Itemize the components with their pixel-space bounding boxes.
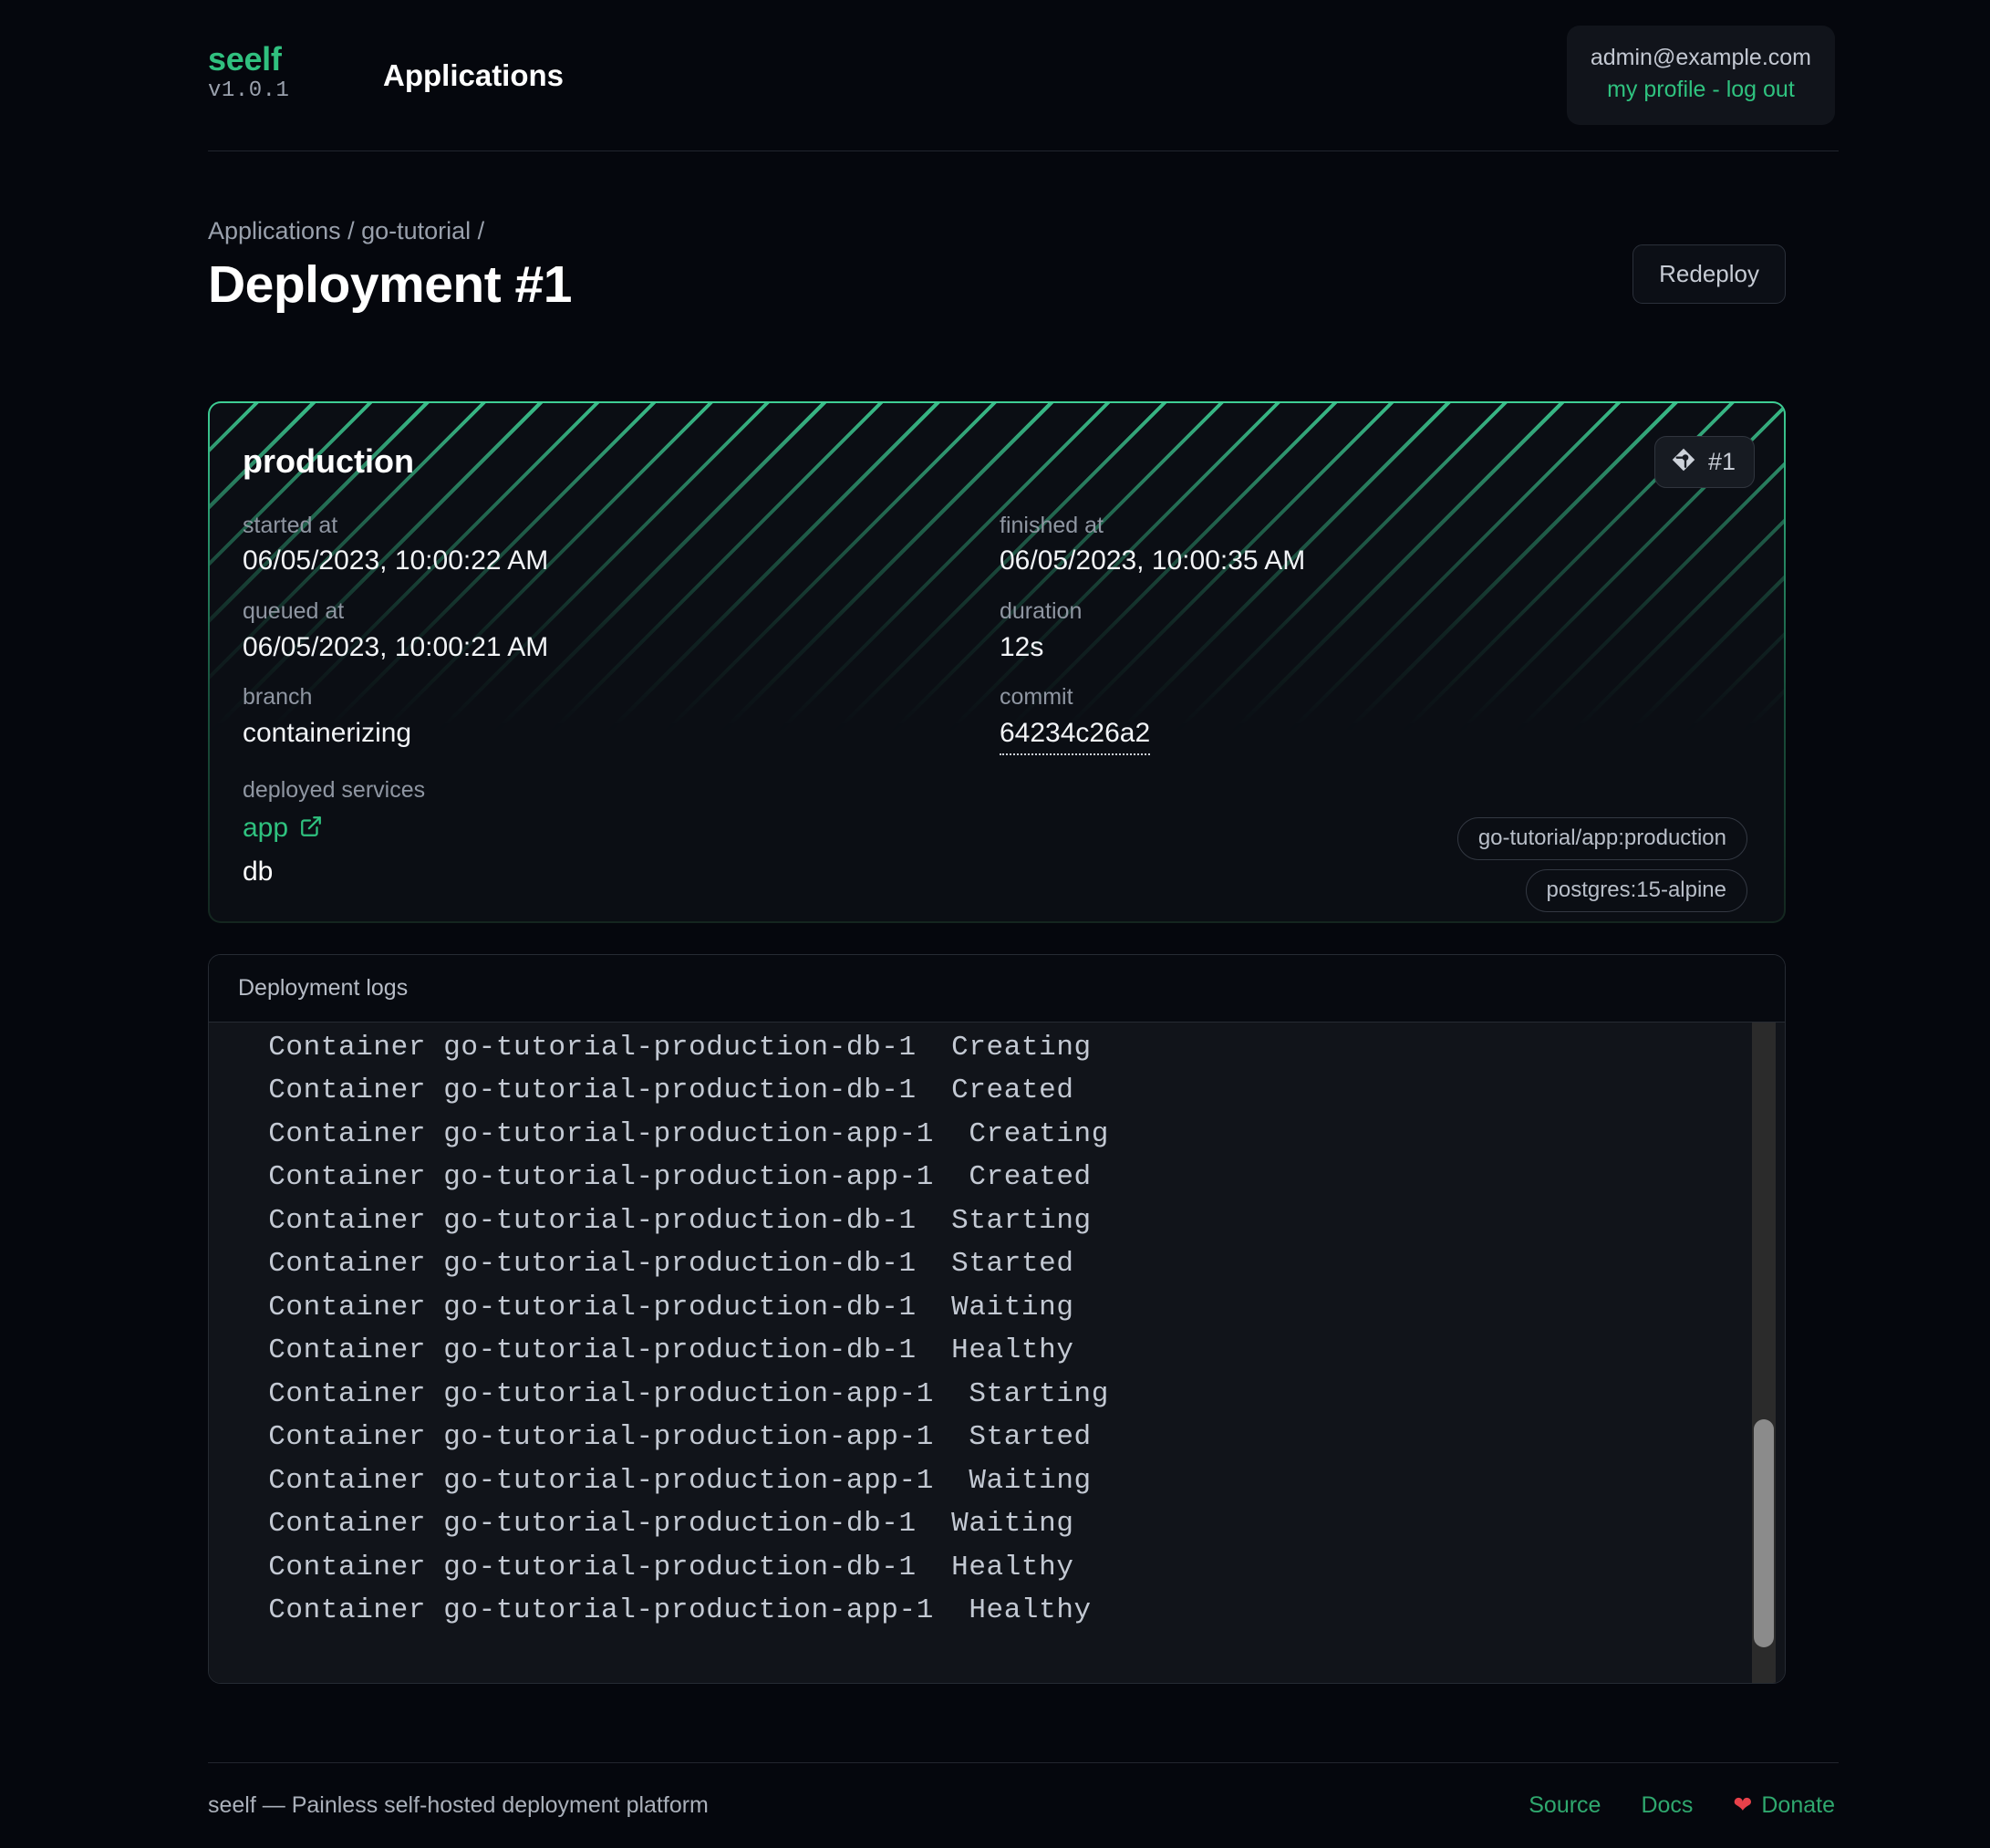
- deployment-card-body: production #1 started at 06/05/2023, 10:…: [210, 403, 1784, 921]
- log-line: Container go-tutorial-production-app-1 C…: [251, 1156, 1785, 1199]
- page-head: Applications / go-tutorial / Deployment …: [208, 215, 1786, 313]
- service-image-db: postgres:15-alpine: [1526, 869, 1747, 912]
- deployment-logs-content: Volume go-tutorial-production_dbdata Cre…: [209, 1023, 1785, 1633]
- brand-logo[interactable]: seelf v1.0.1: [208, 43, 363, 108]
- external-link-icon[interactable]: [299, 815, 323, 843]
- page-head-left: Applications / go-tutorial / Deployment …: [208, 215, 1632, 313]
- user-menu: admin@example.com my profile - log out: [1567, 26, 1835, 125]
- site-footer: seelf — Painless self-hosted deployment …: [208, 1762, 1839, 1848]
- brand-version: v1.0.1: [208, 76, 363, 108]
- log-line: Container go-tutorial-production-app-1 S…: [251, 1416, 1785, 1459]
- logs-scrollbar-track[interactable]: [1752, 1023, 1776, 1684]
- started-at-value: 06/05/2023, 10:00:22 AM: [243, 543, 1000, 580]
- deployed-services-label: deployed services: [243, 775, 425, 806]
- log-line: Container go-tutorial-production-db-1 He…: [251, 1546, 1785, 1590]
- meta-finished-at: finished at 06/05/2023, 10:00:35 AM: [1000, 511, 1747, 580]
- app-page: seelf v1.0.1 Applications admin@example.…: [0, 0, 1990, 1848]
- log-line: Container go-tutorial-production-db-1 Wa…: [251, 1502, 1785, 1546]
- service-item-app: app: [243, 806, 425, 850]
- commit-value[interactable]: 64234c26a2: [1000, 715, 1150, 756]
- deployment-metadata-grid: started at 06/05/2023, 10:00:22 AM finis…: [243, 511, 1747, 756]
- finished-at-label: finished at: [1000, 511, 1747, 542]
- duration-label: duration: [1000, 597, 1747, 628]
- user-links: my profile - log out: [1591, 75, 1811, 105]
- deployment-number-badge: #1: [1654, 436, 1755, 488]
- footer-donate-link[interactable]: ❤ Donate: [1733, 1792, 1835, 1819]
- log-line: Container go-tutorial-production-app-1 C…: [251, 1113, 1785, 1157]
- queued-at-value: 06/05/2023, 10:00:21 AM: [243, 629, 1000, 667]
- log-line: Container go-tutorial-production-app-1 W…: [251, 1459, 1785, 1503]
- duration-value: 12s: [1000, 629, 1747, 667]
- deployment-number: #1: [1708, 450, 1736, 474]
- user-email: admin@example.com: [1591, 44, 1811, 72]
- service-name-db: db: [243, 856, 273, 888]
- meta-branch: branch containerizing: [243, 682, 1000, 755]
- queued-at-label: queued at: [243, 597, 1000, 628]
- page-title: Deployment #1: [208, 258, 1632, 313]
- meta-commit: commit 64234c26a2: [1000, 682, 1747, 755]
- brand-name: seelf: [208, 43, 363, 76]
- footer-links: Source Docs ❤ Donate: [1529, 1792, 1839, 1819]
- environment-name: production: [243, 443, 1747, 480]
- log-line: Container go-tutorial-production-db-1 Wa…: [251, 1286, 1785, 1330]
- deployed-services-list: deployed services app db: [243, 775, 425, 894]
- nav-applications-link[interactable]: Applications: [383, 58, 564, 93]
- deployment-logs-panel: Deployment logs Volume go-tutorial-produ…: [208, 954, 1786, 1684]
- commit-label: commit: [1000, 682, 1747, 713]
- heart-icon: ❤: [1733, 1794, 1752, 1817]
- footer-source-link[interactable]: Source: [1529, 1792, 1601, 1819]
- log-line: Container go-tutorial-production-db-1 St…: [251, 1242, 1785, 1286]
- meta-queued-at: queued at 06/05/2023, 10:00:21 AM: [243, 597, 1000, 666]
- deployment-logs-header: Deployment logs: [209, 955, 1785, 1023]
- branch-value: containerizing: [243, 715, 1000, 753]
- service-image-chips: go-tutorial/app:production postgres:15-a…: [1457, 817, 1747, 912]
- meta-started-at: started at 06/05/2023, 10:00:22 AM: [243, 511, 1000, 580]
- log-out-link[interactable]: log out: [1726, 77, 1795, 102]
- breadcrumb[interactable]: Applications / go-tutorial /: [208, 215, 1632, 247]
- started-at-label: started at: [243, 511, 1000, 542]
- service-name-app[interactable]: app: [243, 812, 288, 845]
- deployment-logs-body[interactable]: Volume go-tutorial-production_dbdata Cre…: [209, 1023, 1785, 1684]
- footer-donate-label: Donate: [1761, 1792, 1835, 1819]
- redeploy-button[interactable]: Redeploy: [1632, 244, 1786, 304]
- log-line: Container go-tutorial-production-app-1 H…: [251, 1589, 1785, 1633]
- service-image-app: go-tutorial/app:production: [1457, 817, 1747, 860]
- finished-at-value: 06/05/2023, 10:00:35 AM: [1000, 543, 1747, 580]
- log-line-list: Container go-tutorial-production-db-1 Cr…: [251, 1026, 1785, 1633]
- log-line: Container go-tutorial-production-app-1 S…: [251, 1373, 1785, 1417]
- footer-tagline: seelf — Painless self-hosted deployment …: [208, 1792, 709, 1819]
- log-line: Container go-tutorial-production-db-1 Cr…: [251, 1069, 1785, 1113]
- log-line: Container go-tutorial-production-db-1 Cr…: [251, 1026, 1785, 1070]
- service-item-db: db: [243, 850, 425, 894]
- logs-scrollbar-thumb[interactable]: [1754, 1419, 1774, 1647]
- git-commit-icon: [1670, 446, 1697, 478]
- branch-label: branch: [243, 682, 1000, 713]
- my-profile-link[interactable]: my profile: [1607, 77, 1705, 102]
- site-header: seelf v1.0.1 Applications admin@example.…: [208, 0, 1839, 151]
- log-line: Container go-tutorial-production-db-1 St…: [251, 1199, 1785, 1243]
- footer-docs-link[interactable]: Docs: [1641, 1792, 1693, 1819]
- deployed-services-section: deployed services app db: [243, 775, 1747, 894]
- link-separator: -: [1712, 77, 1719, 102]
- deployment-logs-title: Deployment logs: [238, 975, 408, 1002]
- deployment-summary-card: production #1 started at 06/05/2023, 10:…: [208, 401, 1786, 923]
- meta-duration: duration 12s: [1000, 597, 1747, 666]
- log-line: Container go-tutorial-production-db-1 He…: [251, 1329, 1785, 1373]
